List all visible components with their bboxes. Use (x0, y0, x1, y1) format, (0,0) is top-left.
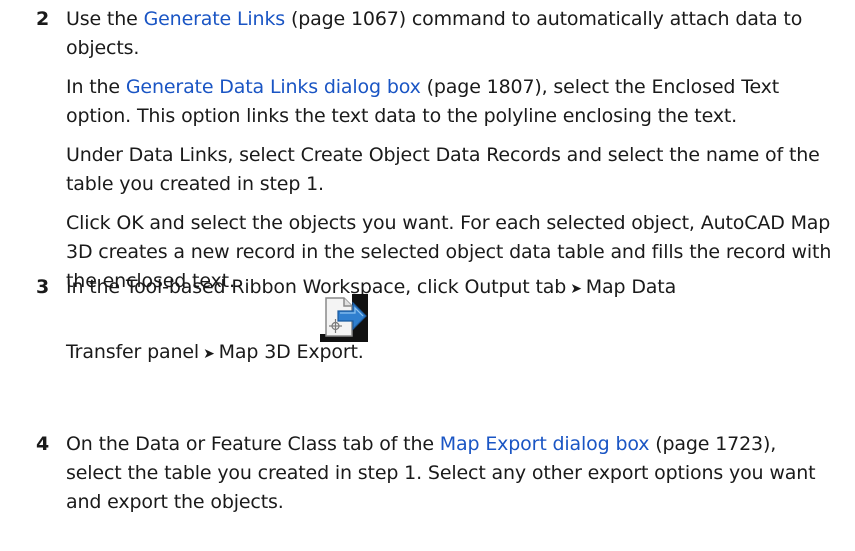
paragraph: On the Data or Feature Class tab of the … (66, 430, 836, 517)
step-body: In the Tool-based Ribbon Workspace, clic… (66, 273, 836, 369)
step-2: 2 Use the Generate Links (page 1067) com… (0, 5, 855, 292)
line-wrap: Transfer panel ➤ Map 3D Export. (66, 294, 836, 369)
text: Transfer panel (66, 341, 200, 363)
arrow-icon: ➤ (570, 281, 582, 297)
step-4: 4 On the Data or Feature Class tab of th… (0, 430, 855, 540)
step-body: Use the Generate Links (page 1067) comma… (66, 5, 836, 296)
document-page: 2 Use the Generate Links (page 1067) com… (0, 0, 855, 551)
text: In the (66, 76, 126, 98)
text: In the Tool-based Ribbon Workspace, clic… (66, 276, 567, 298)
map-export-dialog-link[interactable]: Map Export dialog box (440, 433, 650, 455)
step-number: 3 (36, 276, 50, 298)
paragraph-line: In the Tool-based Ribbon Workspace, clic… (66, 273, 836, 304)
paragraph-line: Transfer panel ➤ Map 3D Export. (66, 338, 836, 369)
paragraph: Use the Generate Links (page 1067) comma… (66, 5, 836, 63)
step-3: 3 In the Tool-based Ribbon Workspace, cl… (0, 273, 855, 373)
text: Map Data (585, 276, 677, 298)
map-3d-export-icon (320, 294, 368, 342)
paragraph: Under Data Links, select Create Object D… (66, 144, 820, 195)
paragraph: In the Generate Data Links dialog box (p… (66, 73, 836, 131)
generate-links-link[interactable]: Generate Links (144, 8, 286, 30)
arrow-icon: ➤ (203, 346, 215, 362)
text: Map 3D Export. (218, 341, 364, 363)
step-number: 2 (36, 8, 50, 30)
text: On the Data or Feature Class tab of the (66, 433, 440, 455)
step-body: On the Data or Feature Class tab of the … (66, 430, 836, 517)
step-number: 4 (36, 433, 50, 455)
text: Use the (66, 8, 144, 30)
generate-data-links-dialog-link[interactable]: Generate Data Links dialog box (126, 76, 421, 98)
